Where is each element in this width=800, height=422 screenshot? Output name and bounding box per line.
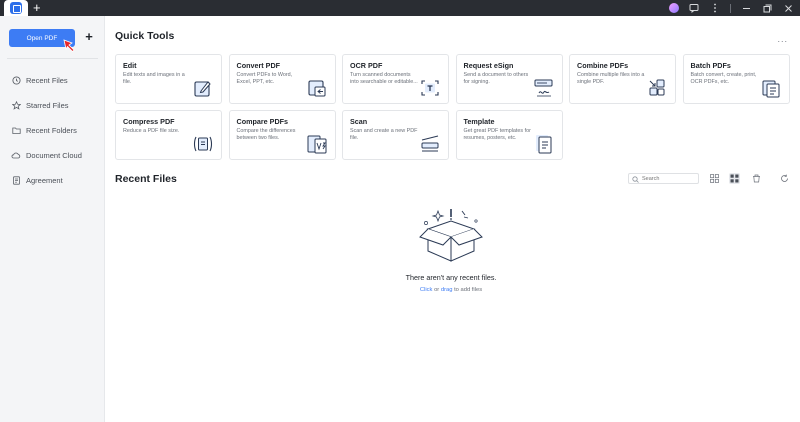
sidebar-item-recent-files[interactable]: Recent Files: [0, 68, 105, 93]
tool-description: Edit texts and images in a file.: [123, 72, 185, 85]
tool-description: Batch convert, create, print, OCR PDFs, …: [690, 72, 757, 85]
tool-title: Compare PDFs: [236, 117, 289, 126]
list-view-button[interactable]: [709, 173, 720, 184]
empty-state-hint: Click or drag to add files: [351, 287, 551, 293]
list-view-icon: [710, 174, 719, 183]
empty-state-title: There aren't any recent files.: [405, 273, 497, 282]
folder-icon: [11, 126, 21, 136]
tool-description: Scan and create a new PDF file.: [350, 128, 418, 141]
tool-card-convert-pdf[interactable]: Convert PDF Convert PDFs to Word, Excel,…: [228, 54, 336, 104]
tool-title: Edit: [123, 61, 137, 70]
more-options-icon[interactable]: ...: [777, 34, 788, 44]
star-icon: [11, 101, 21, 111]
batch-icon: [762, 80, 779, 98]
minimize-icon[interactable]: [740, 2, 752, 14]
sidebar-item-recent-folders[interactable]: Recent Folders: [0, 118, 105, 143]
tool-card-scan[interactable]: Scan Scan and create a new PDF file.: [342, 110, 449, 160]
esign-icon: [534, 79, 552, 97]
user-avatar[interactable]: [669, 3, 679, 13]
ocr-icon: [421, 80, 439, 96]
drag-link[interactable]: drag: [441, 287, 453, 293]
sidebar-item-agreement[interactable]: Agreement: [0, 168, 105, 193]
clock-icon: [11, 76, 21, 86]
close-icon[interactable]: [782, 2, 794, 14]
cursor-pointer-icon: [63, 39, 75, 53]
tool-title: Combine PDFs: [577, 61, 629, 70]
tool-card-compare-pdfs[interactable]: Compare PDFs Compare the differences bet…: [228, 110, 336, 160]
tool-title: Template: [463, 117, 495, 126]
sidebar-item-label: Recent Files: [26, 76, 68, 85]
clear-history-button[interactable]: [751, 173, 762, 184]
clear-icon: [753, 174, 760, 183]
tool-card-template[interactable]: Template Get great PDF templates for res…: [455, 110, 563, 160]
compress-icon: [193, 136, 213, 152]
sidebar-item-document-cloud[interactable]: Document Cloud: [0, 143, 105, 168]
tool-card-compress-pdf[interactable]: Compress PDF Reduce a PDF file size.: [115, 110, 222, 160]
tool-description: Get great PDF templates for resumes, pos…: [463, 128, 531, 141]
tool-card-request-esign[interactable]: Request eSign Send a document to others …: [455, 54, 563, 104]
message-icon[interactable]: [688, 2, 700, 14]
app-tab[interactable]: [4, 0, 28, 16]
convert-icon: [307, 80, 325, 97]
search-icon: [632, 175, 639, 183]
tool-card-combine-pdfs[interactable]: Combine PDFs Combine multiple files into…: [569, 54, 676, 104]
tool-card-ocr-pdf[interactable]: OCR PDF Turn scanned documents into sear…: [342, 54, 449, 104]
sidebar-item-starred-files[interactable]: Starred Files: [0, 93, 105, 118]
app-logo-icon: [10, 2, 22, 14]
tool-title: Compress PDF: [123, 117, 175, 126]
tool-title: Request eSign: [463, 61, 514, 70]
refresh-icon: [781, 174, 788, 182]
restore-icon[interactable]: [761, 2, 773, 14]
empty-box-illustration: [419, 209, 483, 262]
tool-card-batch-pdfs[interactable]: Batch PDFs Batch convert, create, print,…: [682, 54, 790, 104]
tool-description: Turn scanned documents into searchable o…: [350, 72, 418, 85]
tool-description: Send a document to others for signing.: [463, 72, 529, 85]
edit-icon: [194, 81, 211, 97]
tool-title: Scan: [350, 117, 368, 126]
menu-dots-icon[interactable]: [709, 2, 721, 14]
grid-view-icon: [730, 174, 739, 183]
sidebar-nav: Recent Files Starred Files Recent Folder…: [0, 68, 105, 193]
tool-title: Convert PDF: [236, 61, 281, 70]
scan-icon: [421, 135, 439, 152]
sidebar-item-label: Recent Folders: [26, 126, 77, 135]
cloud-icon: [11, 151, 21, 161]
tool-description: Convert PDFs to Word, Excel, PPT, etc.: [236, 72, 293, 85]
compare-icon: [307, 135, 326, 154]
search-box[interactable]: [628, 173, 699, 184]
agreement-icon: [11, 176, 21, 186]
tool-description: Compare the differences between two file…: [236, 128, 296, 141]
sidebar: Open PDF + Recent Files Starred Files Re…: [0, 16, 105, 422]
combine-icon: [649, 79, 665, 96]
tool-card-edit[interactable]: Edit Edit texts and images in a file.: [115, 54, 222, 104]
tool-description: Reduce a PDF file size.: [123, 128, 180, 134]
refresh-button[interactable]: [779, 173, 790, 184]
recent-files-title: Recent Files: [115, 173, 177, 185]
add-button[interactable]: +: [82, 28, 96, 46]
tool-title: OCR PDF: [350, 61, 383, 70]
empty-hint-rest: to add files: [452, 287, 483, 293]
sidebar-item-label: Agreement: [26, 176, 63, 185]
quick-tools-title: Quick Tools: [115, 30, 175, 42]
empty-hint-or: or: [432, 287, 441, 293]
title-bar: +: [0, 0, 800, 16]
main-content: Quick Tools ... Edit Edit texts and imag…: [106, 16, 800, 422]
tool-title: Batch PDFs: [690, 61, 731, 70]
search-input[interactable]: [642, 174, 697, 183]
sidebar-item-label: Document Cloud: [26, 151, 82, 160]
template-icon: [535, 135, 551, 154]
sidebar-item-label: Starred Files: [26, 101, 69, 110]
sidebar-divider: [7, 58, 98, 59]
grid-view-button[interactable]: [729, 173, 740, 184]
titlebar-divider: [730, 3, 731, 13]
tool-description: Combine multiple files into a single PDF…: [577, 72, 645, 85]
click-link[interactable]: Click: [420, 287, 433, 293]
new-tab-button[interactable]: +: [33, 0, 41, 16]
